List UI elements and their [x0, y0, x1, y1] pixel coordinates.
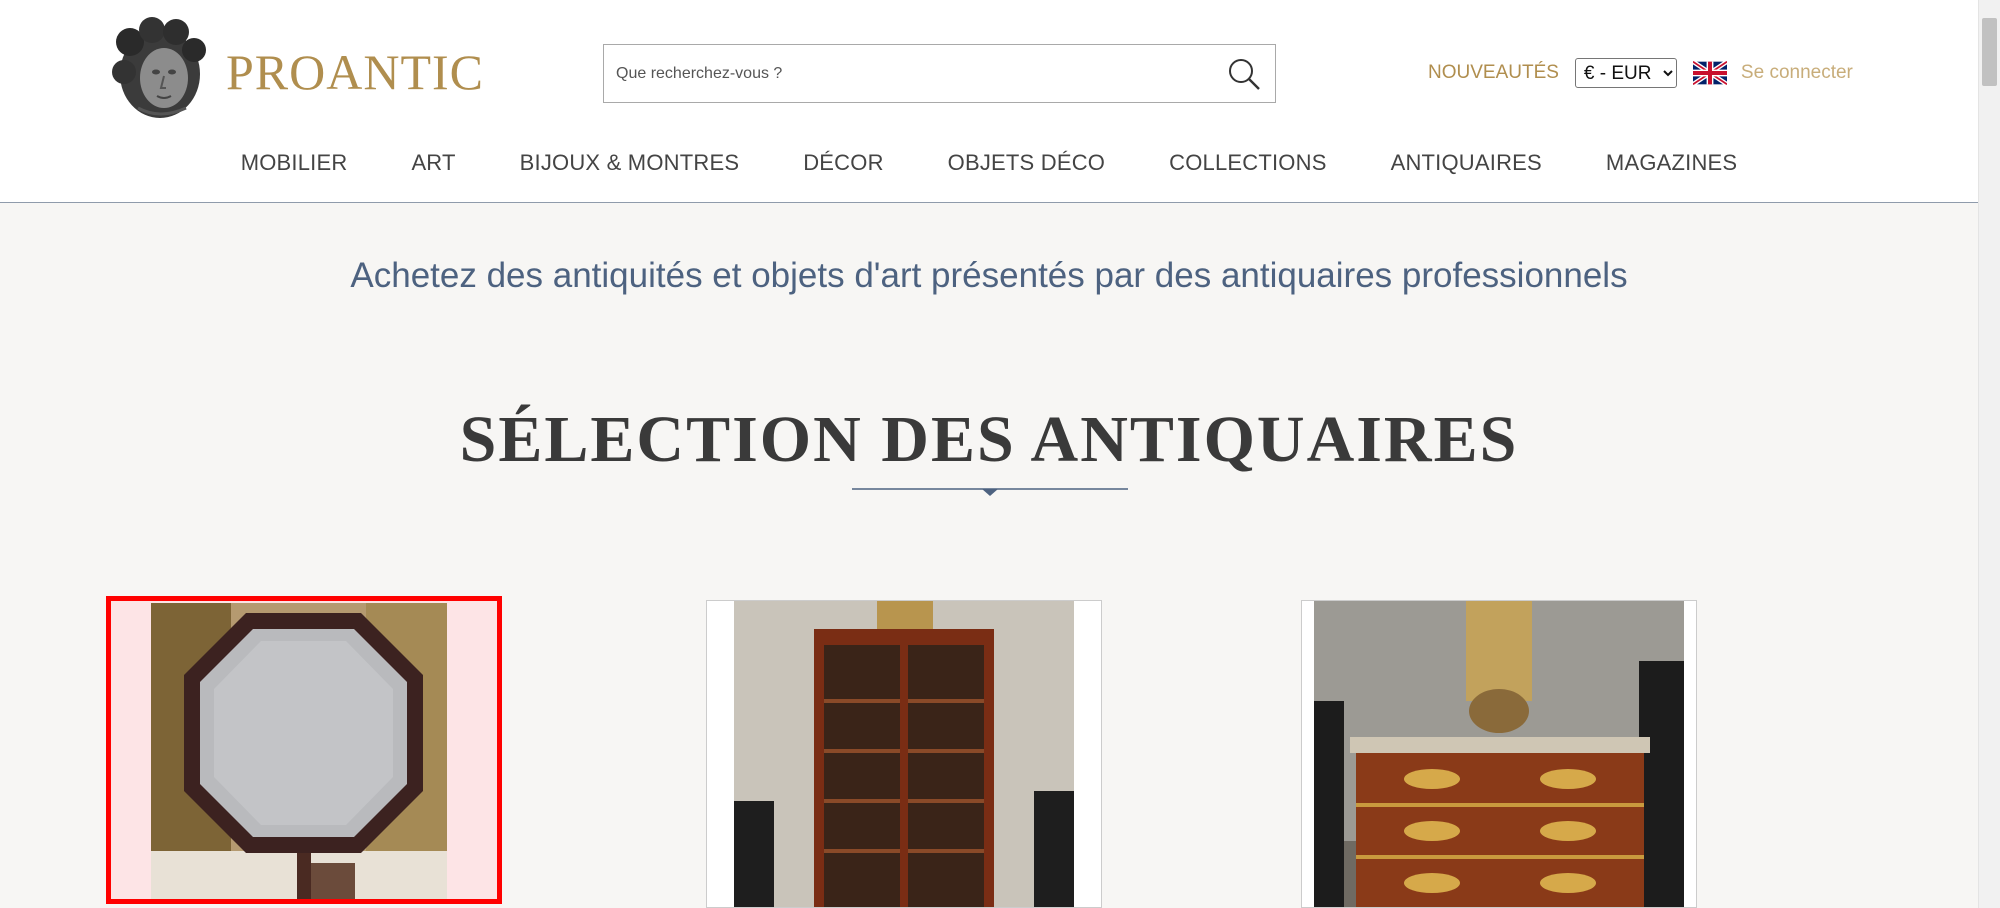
- menu-item-antiquaires[interactable]: ANTIQUAIRES: [1391, 150, 1542, 176]
- menu-item-art[interactable]: ART: [411, 150, 455, 176]
- menu-item-magazines[interactable]: MAGAZINES: [1606, 150, 1737, 176]
- section-title: SÉLECTION DES ANTIQUAIRES: [459, 403, 1519, 476]
- scrollbar-thumb[interactable]: [1982, 18, 1997, 86]
- header-right-nav: NOUVEAUTÉS € - EUR Se connecter: [1428, 58, 1853, 88]
- search-icon[interactable]: [1227, 57, 1261, 91]
- product-card-2[interactable]: [706, 600, 1102, 908]
- menu-item-bijoux-montres[interactable]: BIJOUX & MONTRES: [520, 150, 740, 176]
- nouveautes-link[interactable]: NOUVEAUTÉS: [1428, 62, 1559, 84]
- currency-select[interactable]: € - EUR: [1574, 58, 1677, 88]
- login-link[interactable]: Se connecter: [1741, 62, 1853, 84]
- logo-text: PROANTIC: [226, 44, 485, 100]
- menu-item-objets-deco[interactable]: OBJETS DÉCO: [948, 150, 1105, 176]
- product-card-1[interactable]: [106, 596, 502, 904]
- uk-flag-icon[interactable]: [1692, 61, 1727, 85]
- octagonal-tilt-top-table-image[interactable]: [111, 601, 497, 899]
- search-input[interactable]: [604, 45, 1204, 102]
- logo-head-icon: [112, 17, 206, 118]
- page-scrollbar[interactable]: [1978, 0, 2000, 908]
- menu-item-collections[interactable]: COLLECTIONS: [1169, 150, 1326, 176]
- product-card-3[interactable]: [1301, 600, 1697, 908]
- main-menu: MOBILIER ART BIJOUX & MONTRES DÉCOR OBJE…: [0, 150, 1978, 176]
- mahogany-glazed-bookcase-image[interactable]: [707, 601, 1101, 907]
- site-header: PROANTIC NOUVEAUTÉS € - EUR Se connecter…: [0, 0, 1978, 203]
- search-bar: [603, 44, 1276, 103]
- menu-item-mobilier[interactable]: MOBILIER: [241, 150, 348, 176]
- title-divider: [852, 488, 1128, 496]
- menu-item-decor[interactable]: DÉCOR: [803, 150, 883, 176]
- site-logo[interactable]: PROANTIC: [108, 16, 484, 122]
- page-tagline: Achetez des antiquités et objets d'art p…: [350, 256, 1628, 295]
- louis-xv-commode-image[interactable]: [1302, 601, 1696, 907]
